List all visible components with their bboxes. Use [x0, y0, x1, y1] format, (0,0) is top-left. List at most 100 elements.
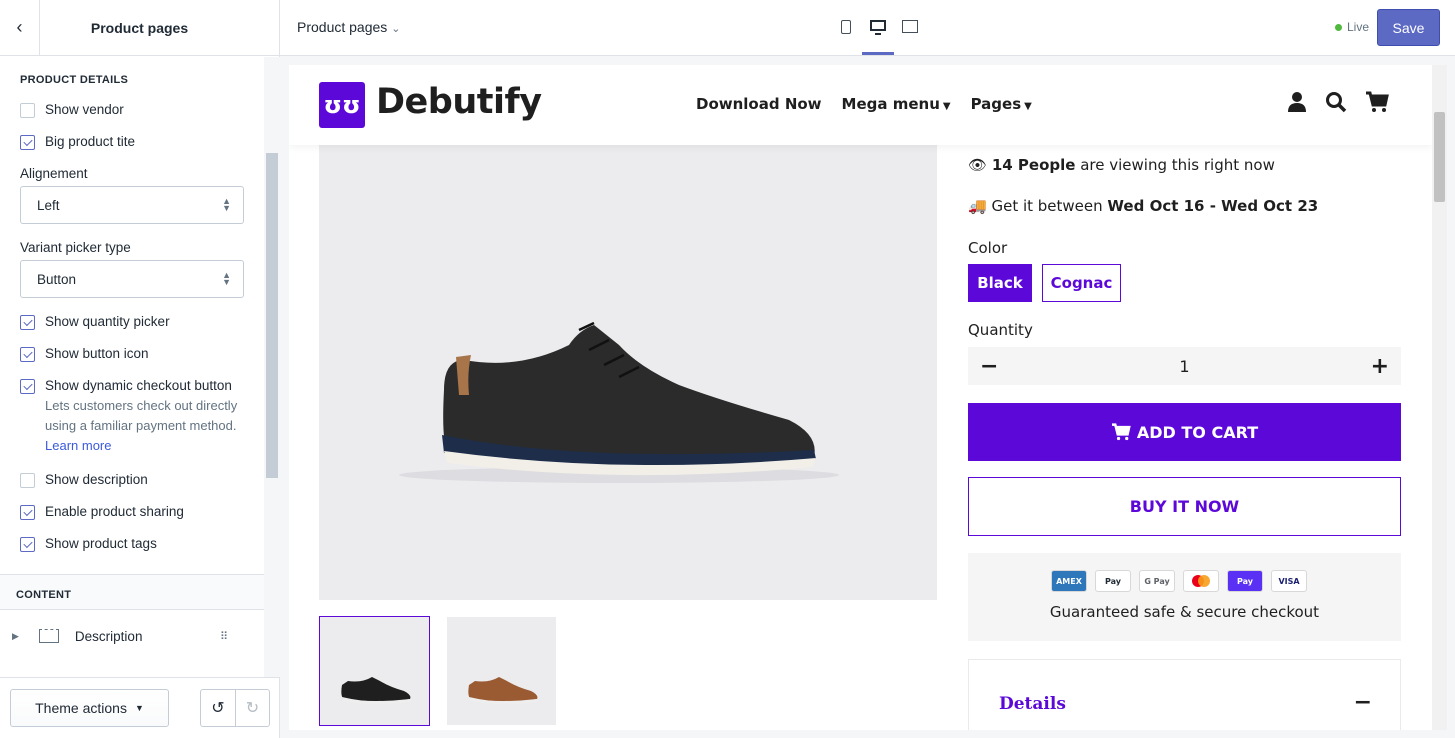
google-pay-icon: G Pay [1139, 570, 1175, 592]
select-arrows-icon: ▲ ▼ [222, 196, 231, 213]
details-accordion[interactable]: Details − [968, 659, 1401, 730]
secure-checkout-box: AMEX Pay G Pay Pay VISA Guaranteed safe … [968, 553, 1401, 641]
account-icon[interactable] [1287, 91, 1307, 113]
drag-handle-icon[interactable]: ⠿ [220, 630, 228, 643]
checkbox[interactable] [20, 473, 35, 488]
logo-text[interactable]: Debutify [376, 82, 542, 122]
checkbox-checked[interactable] [20, 537, 35, 552]
live-status: Live [1335, 20, 1369, 34]
section-title-content: CONTENT [16, 589, 72, 601]
setting-show-description[interactable]: Show description [0, 464, 264, 496]
setting-quantity-picker[interactable]: Show quantity picker [0, 306, 264, 338]
setting-product-tags[interactable]: Show product tags [0, 528, 264, 560]
setting-dynamic-checkout[interactable]: Show dynamic checkout button Lets custom… [0, 370, 264, 464]
setting-product-sharing[interactable]: Enable product sharing [0, 496, 264, 528]
variant-picker-select[interactable]: Button ▲ ▼ [20, 260, 244, 298]
live-label: Live [1347, 20, 1370, 34]
learn-more-link[interactable]: Learn more [45, 438, 111, 453]
alignment-value: Left [37, 197, 60, 213]
page-select-dropdown[interactable]: Product pages ⌄ [297, 19, 401, 35]
header-icons [1287, 91, 1389, 113]
select-arrows-icon: ▲ ▼ [222, 270, 231, 287]
details-title: Details [999, 694, 1066, 714]
chevron-down-icon: ▼ [1024, 101, 1032, 112]
mastercard-icon [1183, 570, 1219, 592]
checkbox-label: Show vendor [45, 102, 124, 117]
quantity-value[interactable]: 1 [1179, 357, 1189, 376]
setting-big-title[interactable]: Big product tite [0, 126, 264, 158]
preview-scroll-thumb[interactable] [1434, 112, 1445, 202]
description-block-label: Description [74, 628, 143, 644]
shipping-dates: Wed Oct 16 - Wed Oct 23 [1107, 197, 1319, 215]
checkbox-checked[interactable] [20, 379, 35, 394]
shoe-image [399, 321, 839, 483]
cart-icon [1111, 423, 1131, 441]
logo-icon[interactable]: ʊʊ [319, 82, 365, 128]
caret-down-icon: ▼ [134, 703, 144, 713]
apple-pay-icon: Pay [1095, 570, 1131, 592]
mobile-icon [841, 20, 851, 34]
checkbox-checked[interactable] [20, 347, 35, 362]
fullscreen-view-button[interactable] [900, 17, 920, 39]
shoe-thumbnail [468, 677, 538, 705]
chevron-down-icon: ▼ [942, 101, 951, 112]
checkbox-checked[interactable] [20, 315, 35, 330]
nav-pages[interactable]: Pages ▼ [971, 95, 1032, 113]
mobile-view-button[interactable] [836, 17, 856, 39]
page-select-label: Product pages [297, 19, 388, 35]
minus-icon[interactable]: − [980, 354, 998, 379]
quantity-label: Quantity [968, 321, 1033, 339]
save-button[interactable]: Save [1377, 9, 1440, 46]
shoe-thumbnail [341, 677, 411, 705]
sidebar-footer: Theme actions ▼ ↺ ↻ [0, 677, 279, 738]
secure-checkout-text: Guaranteed safe & secure checkout [1049, 603, 1320, 621]
plus-icon[interactable]: + [1371, 354, 1389, 379]
desktop-view-button[interactable] [862, 17, 894, 55]
variant-picker-value: Button [37, 271, 77, 287]
section-title-product-details: PRODUCT DETAILS [20, 74, 129, 86]
checkbox-label: Big product tite [45, 134, 136, 149]
add-to-cart-button[interactable]: ADD TO CART [968, 403, 1401, 461]
block-icon [38, 629, 59, 643]
nav-download-now[interactable]: Download Now [696, 95, 822, 113]
setting-show-vendor[interactable]: Show vendor [0, 94, 264, 126]
alignment-select[interactable]: Left ▲ ▼ [20, 186, 244, 224]
thumbnail-black[interactable] [319, 616, 430, 726]
store-header: ʊʊ Debutify Download Now Mega menu ▼ Page… [289, 65, 1432, 145]
collapse-minus-icon[interactable]: − [1354, 690, 1372, 715]
live-dot-icon [1335, 23, 1342, 31]
amex-icon: AMEX [1051, 570, 1087, 592]
add-to-cart-label: ADD TO CART [1136, 422, 1259, 442]
nav-label: Pages [970, 95, 1022, 113]
checkbox-label: Show button icon [45, 346, 149, 361]
description-block[interactable]: ▶ Description ⠿ [0, 610, 264, 650]
checkbox-checked[interactable] [20, 135, 35, 150]
device-preview-toggle [836, 17, 920, 55]
cart-icon[interactable] [1365, 91, 1389, 113]
quantity-stepper: − 1 + [968, 347, 1401, 385]
expand-triangle-icon[interactable]: ▶ [12, 631, 19, 642]
sidebar-settings-list: PRODUCT DETAILS Show vendor Big product … [0, 57, 264, 677]
color-option-cognac[interactable]: Cognac [1042, 264, 1121, 302]
undo-icon[interactable]: ↺ [201, 690, 235, 726]
checkbox[interactable] [20, 103, 35, 118]
checkbox-label: Enable product sharing [45, 504, 184, 519]
thumbnail-cognac[interactable] [447, 617, 556, 725]
sidebar-title: Product pages [90, 19, 189, 36]
truck-icon: 🚚 [968, 197, 987, 215]
sidebar-scroll-thumb[interactable] [266, 153, 278, 478]
alignment-label: Alignement [20, 166, 88, 181]
color-option-black[interactable]: Black [968, 264, 1032, 302]
nav-label: Mega menu [841, 95, 940, 113]
product-main-image[interactable] [319, 145, 937, 600]
checkbox-label: Show dynamic checkout button [45, 378, 232, 393]
search-icon[interactable] [1325, 91, 1347, 113]
theme-actions-button[interactable]: Theme actions ▼ [10, 689, 169, 727]
setting-button-icon[interactable]: Show button icon [0, 338, 264, 370]
buy-it-now-button[interactable]: BUY IT NOW [968, 477, 1401, 536]
redo-icon[interactable]: ↻ [235, 690, 269, 726]
desktop-icon [870, 20, 886, 35]
checkbox-checked[interactable] [20, 505, 35, 520]
back-icon[interactable]: ‹ [0, 0, 40, 56]
nav-mega-menu[interactable]: Mega menu ▼ [842, 95, 951, 113]
